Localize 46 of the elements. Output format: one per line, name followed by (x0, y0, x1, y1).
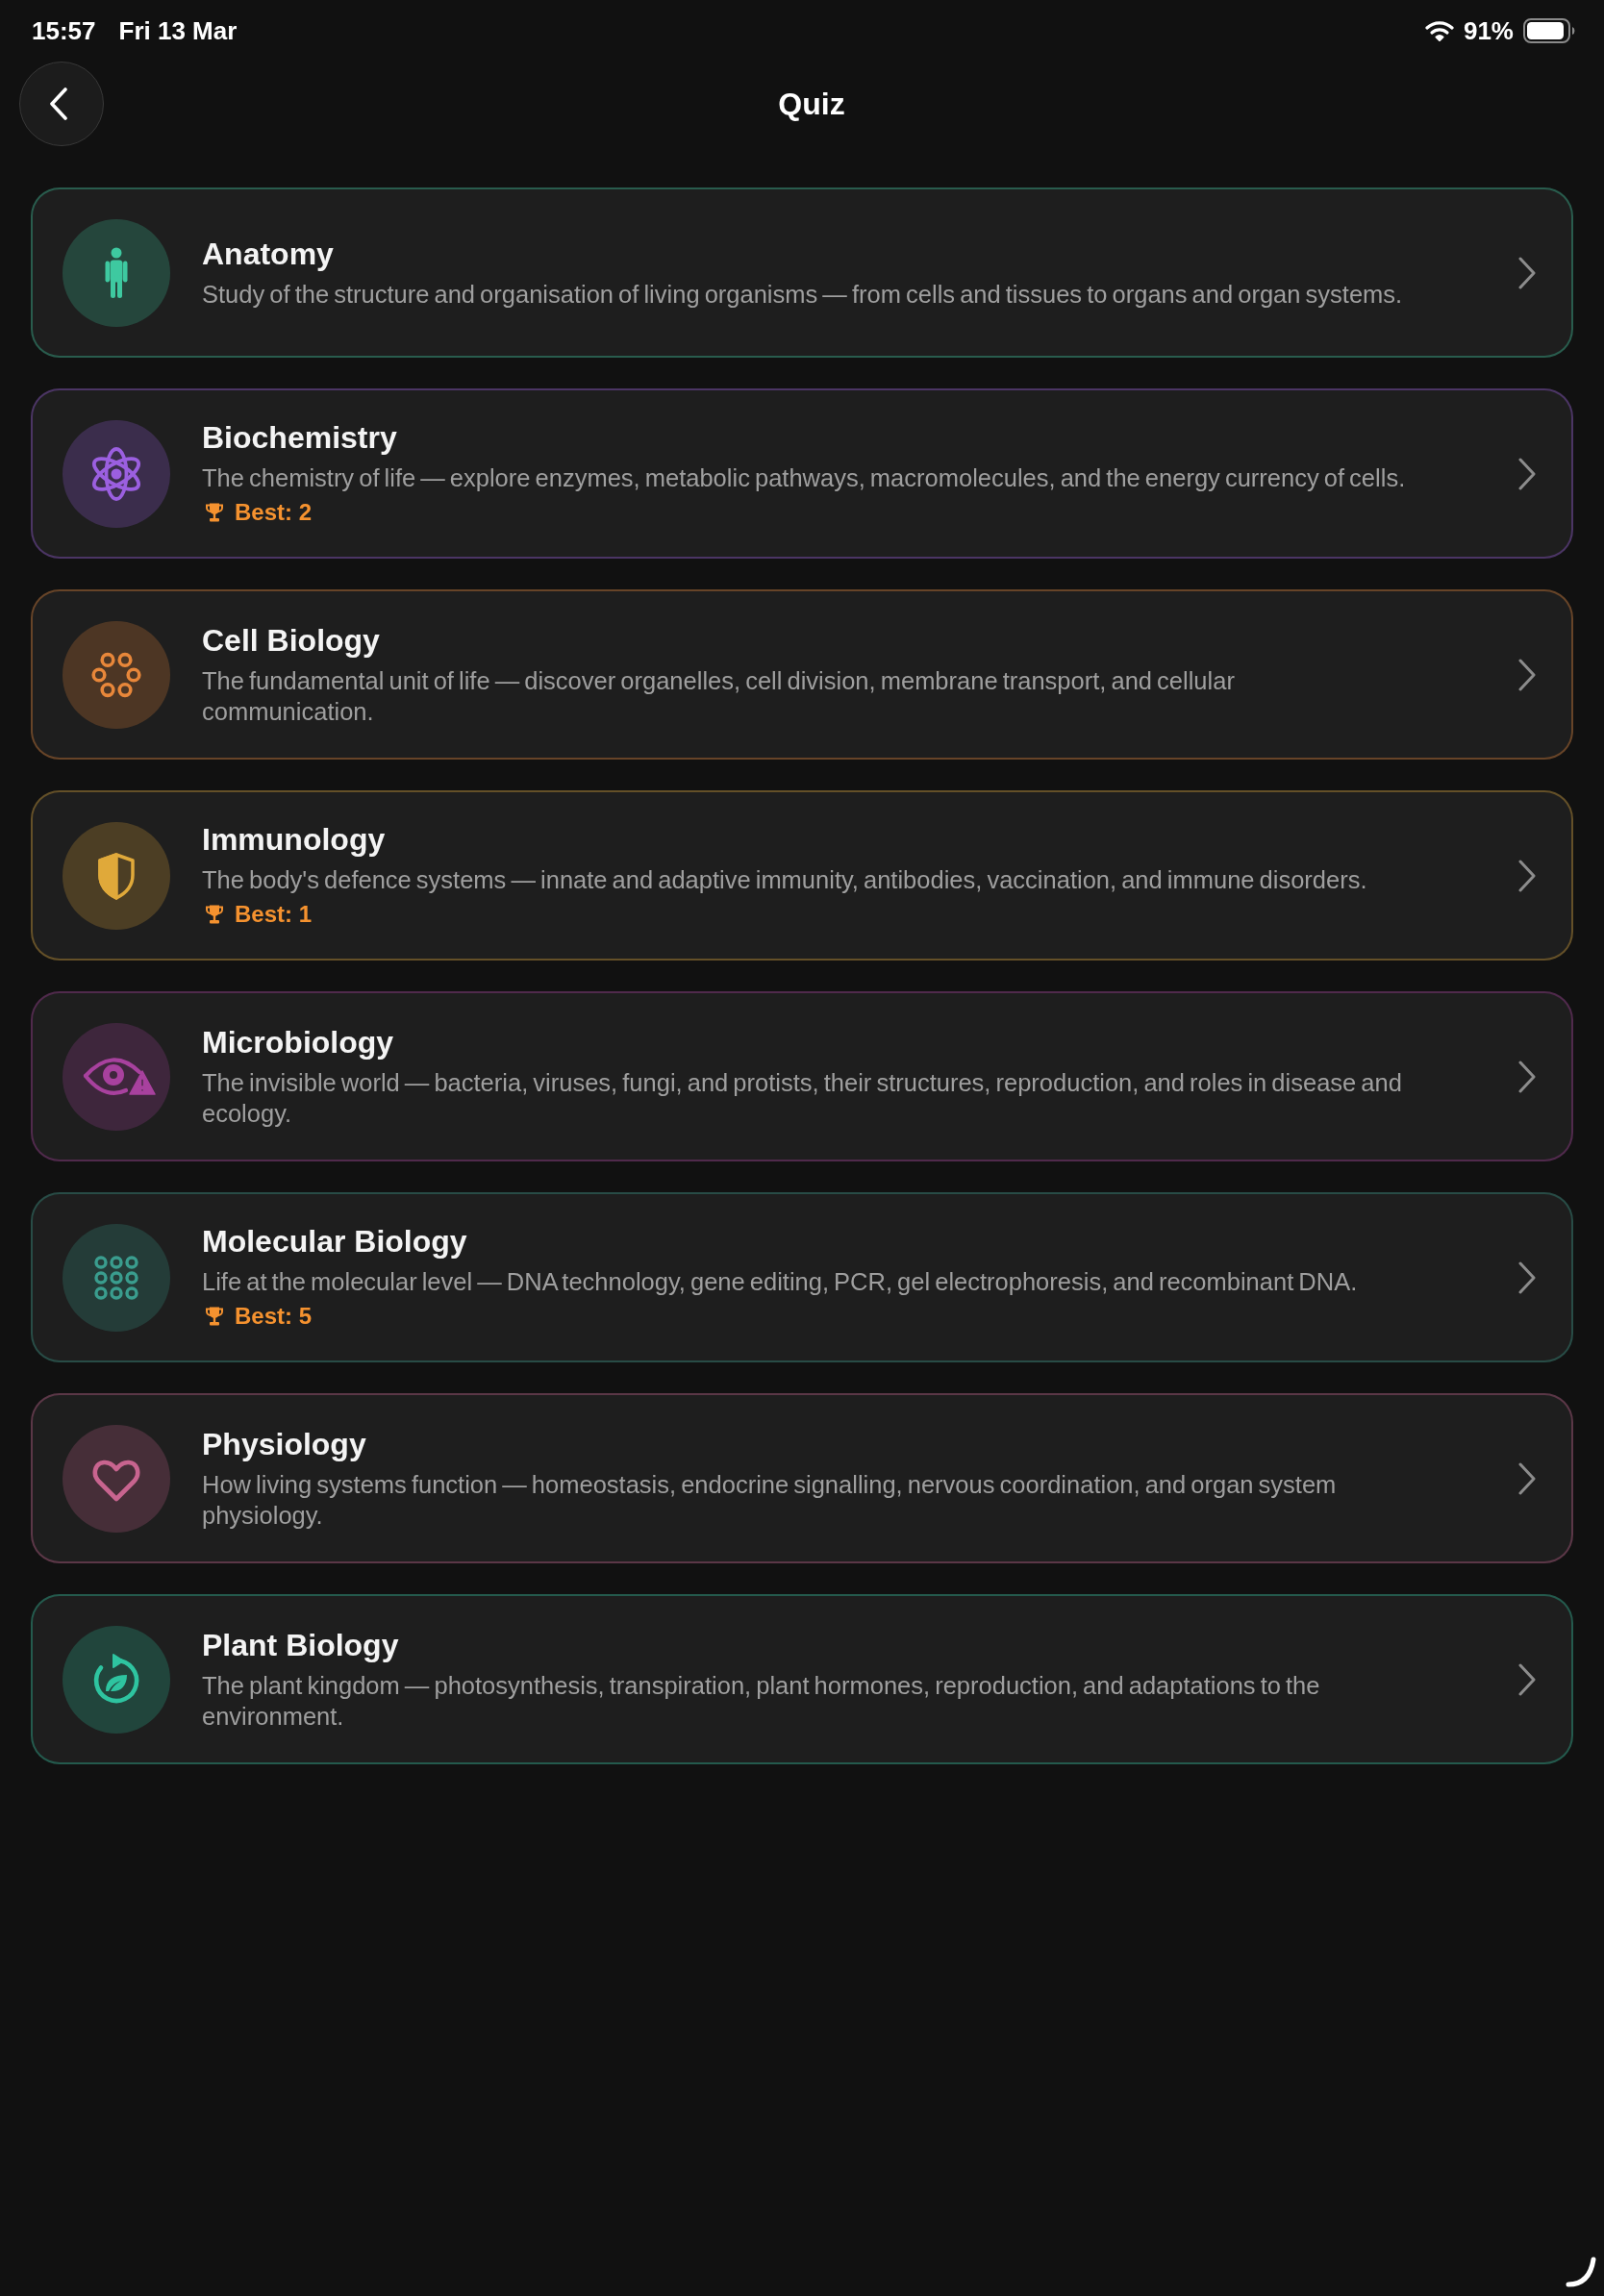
topic-card[interactable]: Anatomy Study of the structure and organisation of living organisms — from cells and tissues to organs and organ systems. (31, 187, 1573, 358)
topic-card[interactable]: Cell Biology The fundamental unit of life — discover organelles, cell division, membrane transport, and cellular communication. (31, 589, 1573, 760)
chevron-right-icon (1517, 658, 1537, 691)
chevron-right-icon (1517, 256, 1537, 289)
topic-title: Cell Biology (202, 622, 381, 659)
chevron-right-icon (1517, 1060, 1537, 1093)
topic-title: Biochemistry (202, 419, 398, 456)
topic-card[interactable]: Immunology The body's defence systems — innate and adaptive immunity, antibodies, vaccination, and immune disorders. Best: 1 (31, 790, 1573, 961)
topic-description: How living systems function — homeostasis, endocrine signalling, nervous coordination, and organ system physiology. (202, 1470, 1338, 1531)
topic-title: Anatomy (202, 236, 335, 272)
topic-title: Molecular Biology (202, 1223, 468, 1260)
topic-description: The body's defence systems — innate and adaptive immunity, antibodies, vaccination, and immune disorders. (202, 865, 1368, 895)
topic-title: Physiology (202, 1426, 367, 1462)
chevron-right-icon (1517, 457, 1537, 490)
best-score: Best: 5 (235, 1303, 313, 1330)
chevron-right-icon (1517, 1461, 1537, 1495)
topic-title: Microbiology (202, 1024, 395, 1061)
best-score: Best: 2 (235, 499, 313, 526)
topic-title: Immunology (202, 821, 387, 858)
status-date: Fri 13 Mar (118, 15, 238, 46)
topic-card[interactable]: Biochemistry The chemistry of life — explore enzymes, metabolic pathways, macromolecules, and the energy currency of cells. Best: 2 (31, 388, 1573, 559)
topic-description: The invisible world — bacteria, viruses, fungi, and protists, their structures, reproduction, and roles in disease and ecology. (202, 1068, 1403, 1129)
topic-description: The chemistry of life — explore enzymes, metabolic pathways, macromolecules, and the energy currency of cells. (202, 463, 1407, 493)
chevron-right-icon (1517, 1662, 1537, 1696)
trophy-icon (205, 502, 224, 523)
topic-description: The fundamental unit of life — discover organelles, cell division, membrane transport, and cellular communication. (202, 666, 1236, 727)
topic-card[interactable]: Molecular Biology Life at the molecular level — DNA technology, gene editing, PCR, gel electrophoresis, and recombinant DNA. Best: 5 (31, 1192, 1573, 1362)
trophy-icon (205, 1306, 224, 1327)
chevron-right-icon (1517, 859, 1537, 892)
topic-description: Study of the structure and organisation of living organisms — from cells and tissues to organs and organ systems. (202, 280, 1404, 310)
topic-description: The plant kingdom — photosynthesis, transpiration, plant hormones, reproduction, and adaptations to the environment. (202, 1671, 1321, 1732)
wifi-icon (1424, 20, 1454, 41)
topic-description: Life at the molecular level — DNA technology, gene editing, PCR, gel electrophoresis, and recombinant DNA. (202, 1267, 1359, 1297)
best-score: Best: 1 (235, 901, 313, 928)
battery-icon (1523, 18, 1575, 43)
chevron-left-icon (49, 87, 68, 120)
topic-title: Plant Biology (202, 1627, 400, 1663)
topic-card[interactable]: Physiology How living systems function — homeostasis, endocrine signalling, nervous coordination, and organ system physiology. (31, 1393, 1573, 1563)
battery-percentage: 91% (1463, 15, 1514, 46)
trophy-icon (205, 904, 224, 925)
chevron-right-icon (1517, 1260, 1537, 1294)
corner-arc-icon (1566, 2257, 1596, 2287)
status-time: 15:57 (32, 15, 96, 46)
screen-title: Quiz (778, 86, 845, 122)
topic-card[interactable]: Microbiology The invisible world — bacteria, viruses, fungi, and protists, their structures, reproduction, and roles in disease and ecology. (31, 991, 1573, 1161)
topic-card[interactable]: Plant Biology The plant kingdom — photosynthesis, transpiration, plant hormones, reproduction, and adaptations to the environment. (31, 1594, 1573, 1764)
